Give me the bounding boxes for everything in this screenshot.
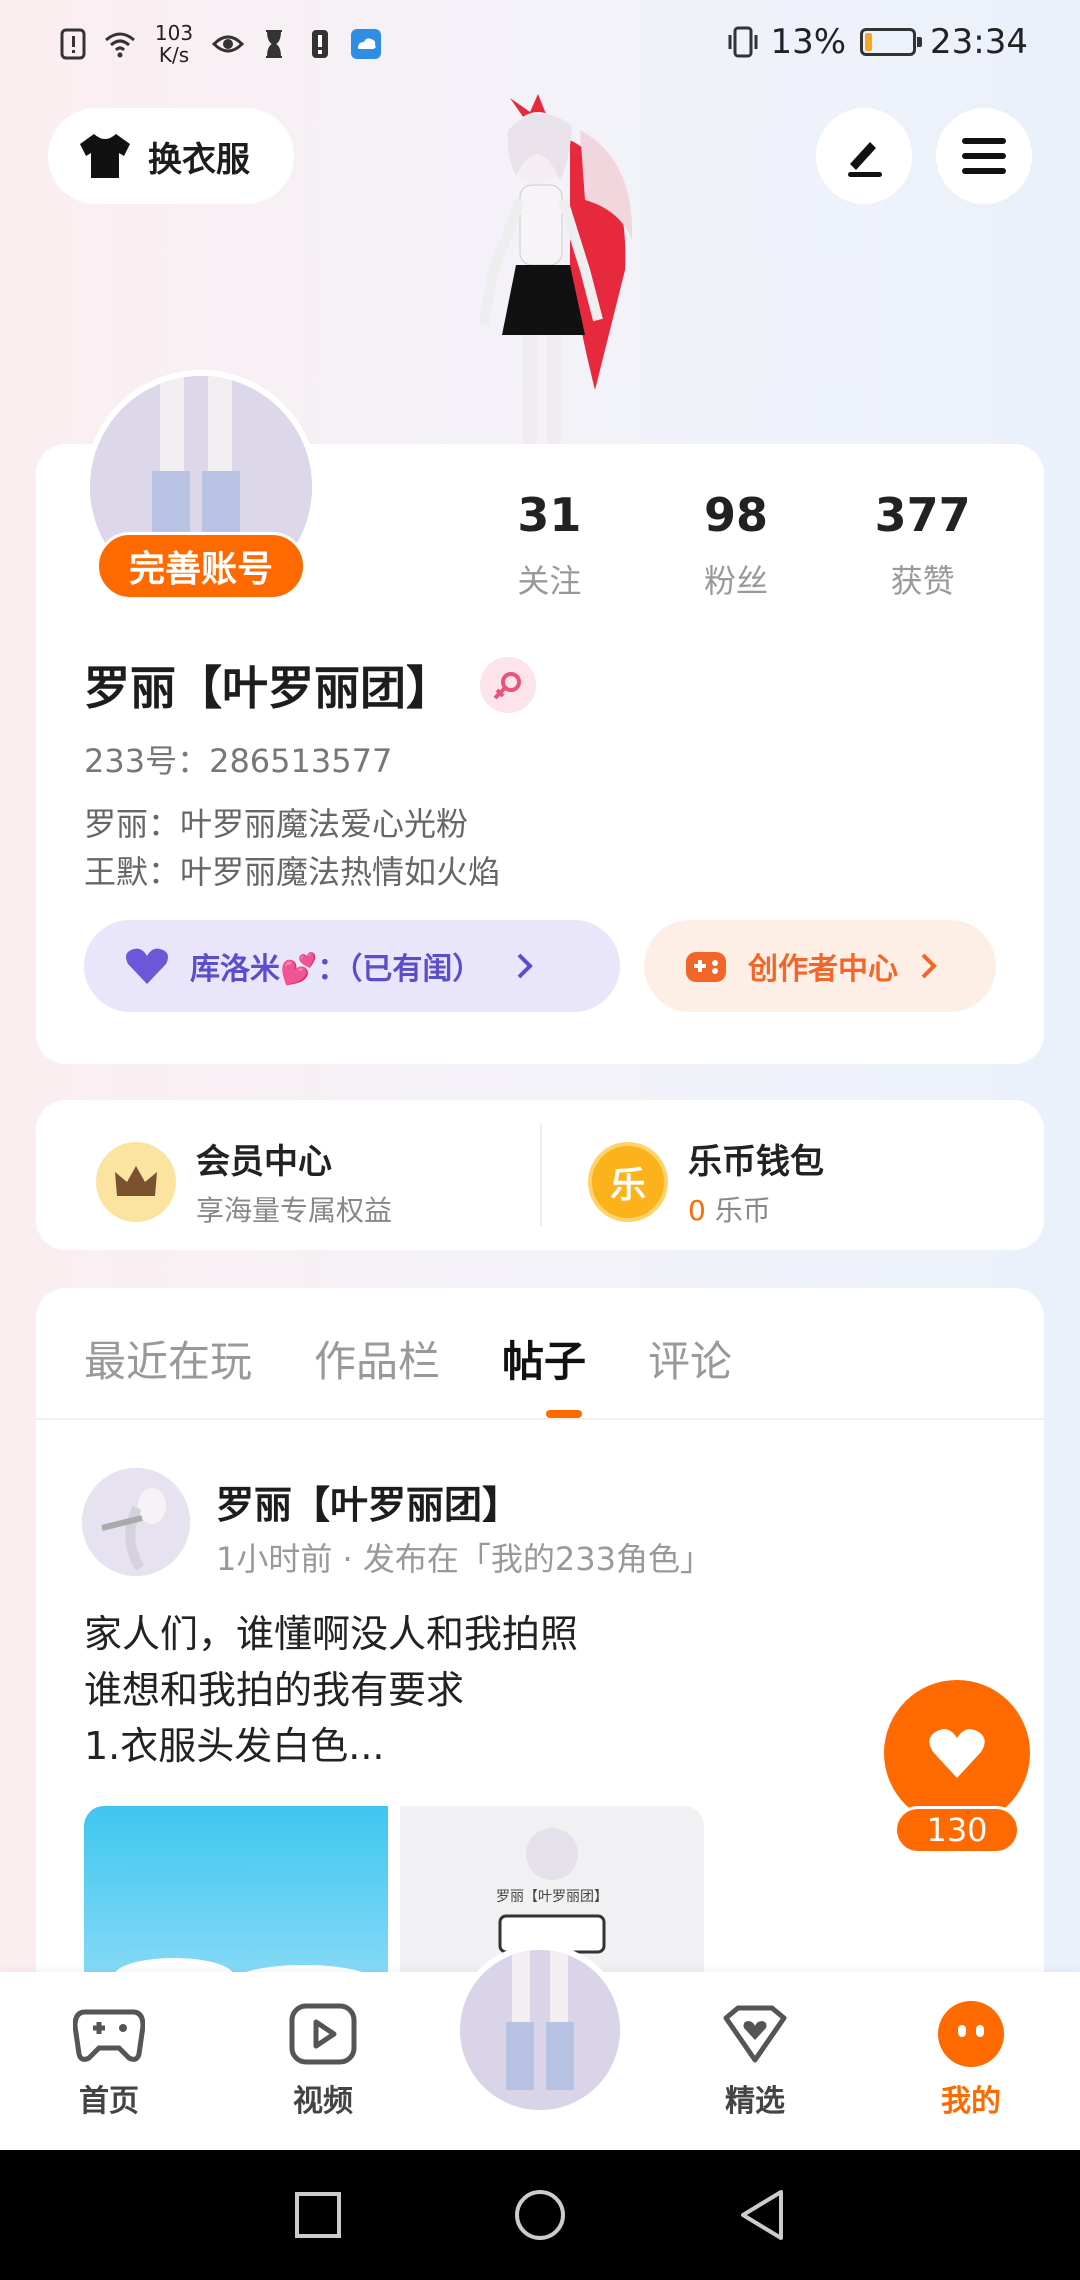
profile-face-icon xyxy=(935,1998,1007,2070)
gamepad-icon xyxy=(73,1998,145,2070)
notice-icon xyxy=(312,30,328,58)
active-tab-indicator xyxy=(546,1410,582,1418)
tab-posts[interactable]: 帖子 xyxy=(502,1328,586,1389)
home-icon[interactable] xyxy=(513,2188,567,2242)
post-meta: 1小时前 · 发布在「我的233角色」 xyxy=(216,1540,712,1578)
member-wallet-card: 会员中心 享海量专属权益 乐 乐币钱包 0 乐币 xyxy=(36,1100,1044,1250)
alert-icon xyxy=(60,28,86,60)
tab-comments[interactable]: 评论 xyxy=(648,1328,732,1389)
female-gender-icon xyxy=(480,657,536,713)
nav-home[interactable]: 首页 xyxy=(34,1998,184,2120)
menu-button[interactable] xyxy=(936,108,1032,204)
vibrate-icon xyxy=(728,26,758,58)
bio-line: 王默：叶罗丽魔法热情如火焰 xyxy=(84,853,501,891)
change-outfit-button[interactable]: 换衣服 xyxy=(48,108,294,204)
wallet[interactable]: 乐 乐币钱包 0 乐币 xyxy=(588,1134,824,1229)
heart-icon xyxy=(126,948,168,984)
eye-icon xyxy=(212,35,244,53)
battery-percent: 13% xyxy=(770,22,847,62)
wallet-amount: 0 xyxy=(688,1194,706,1227)
creator-center-button[interactable]: 创作者中心 xyxy=(644,920,996,1012)
username: 罗丽【叶罗丽团】 xyxy=(84,661,452,715)
clock: 23:34 xyxy=(930,22,1028,62)
coin-icon: 乐 xyxy=(588,1141,668,1222)
bio-line: 罗丽：叶罗丽魔法爱心光粉 xyxy=(84,805,469,843)
relationship-label: 库洛米💕：（已有闺） xyxy=(190,952,483,987)
avatar-character[interactable] xyxy=(420,90,660,450)
shirt-icon xyxy=(80,134,130,178)
tab-recently-played[interactable]: 最近在玩 xyxy=(84,1328,252,1389)
heart-icon xyxy=(929,1729,985,1778)
relationship-pill[interactable]: 库洛米💕：（已有闺） xyxy=(84,920,620,1012)
post-author-name[interactable]: 罗丽【叶罗丽团】 xyxy=(216,1474,520,1529)
nav-avatar-button[interactable] xyxy=(454,1944,626,2116)
edit-button[interactable] xyxy=(816,108,912,204)
battery-icon xyxy=(860,28,923,56)
vip-center[interactable]: 会员中心 享海量专属权益 xyxy=(96,1134,392,1229)
post-content[interactable]: 家人们，谁懂啊没人和我拍照 谁想和我拍的我有要求 1.衣服头发白色... xyxy=(84,1606,578,1774)
like-button[interactable] xyxy=(884,1680,1030,1826)
profile-stats: 31 关注 98 粉丝 377 获赞 xyxy=(456,488,1016,602)
hamburger-icon xyxy=(962,138,1006,174)
nav-video[interactable]: 视频 xyxy=(248,1998,398,2120)
crown-icon xyxy=(96,1141,176,1222)
divider xyxy=(36,1418,1044,1420)
profile-tabs: 最近在玩 作品栏 帖子 评论 xyxy=(84,1328,732,1389)
complete-account-button[interactable]: 完善账号 xyxy=(96,532,306,600)
weather-app-icon xyxy=(351,29,381,59)
recent-apps-icon[interactable] xyxy=(293,2190,343,2240)
stat-following[interactable]: 31 关注 xyxy=(456,488,643,602)
chevron-right-icon xyxy=(921,953,937,979)
pen-icon xyxy=(848,142,882,177)
wifi-icon xyxy=(105,32,135,58)
like-count: 130 xyxy=(894,1806,1020,1854)
stat-likes[interactable]: 377 获赞 xyxy=(829,488,1016,602)
creator-center-label: 创作者中心 xyxy=(748,952,898,987)
gamepad-icon xyxy=(686,952,726,982)
bio: 罗丽：叶罗丽魔法爱心光粉 王默：叶罗丽魔法热情如火焰 xyxy=(84,800,500,896)
user-id: 233号：286513577 xyxy=(84,742,393,780)
nav-mine[interactable]: 我的 xyxy=(896,1998,1046,2120)
net-speed: 103 K/s xyxy=(154,21,194,67)
change-outfit-label: 换衣服 xyxy=(148,139,250,180)
stat-followers[interactable]: 98 粉丝 xyxy=(643,488,830,602)
divider xyxy=(540,1124,542,1226)
post-author-avatar[interactable] xyxy=(82,1468,190,1576)
video-icon xyxy=(287,1998,359,2070)
status-bar: 103 K/s 13% 23:34 xyxy=(0,0,1080,92)
hourglass-icon xyxy=(266,30,282,58)
back-icon[interactable] xyxy=(737,2188,787,2242)
system-navigation-bar xyxy=(0,2150,1080,2280)
tab-works[interactable]: 作品栏 xyxy=(314,1328,440,1389)
chevron-right-icon xyxy=(517,953,534,979)
heart-diamond-icon xyxy=(719,1998,791,2070)
nav-featured[interactable]: 精选 xyxy=(680,1998,830,2120)
feed-card: 最近在玩 作品栏 帖子 评论 罗丽【叶罗丽团】 1小时前 · 发布在「我的233… xyxy=(36,1288,1044,2008)
